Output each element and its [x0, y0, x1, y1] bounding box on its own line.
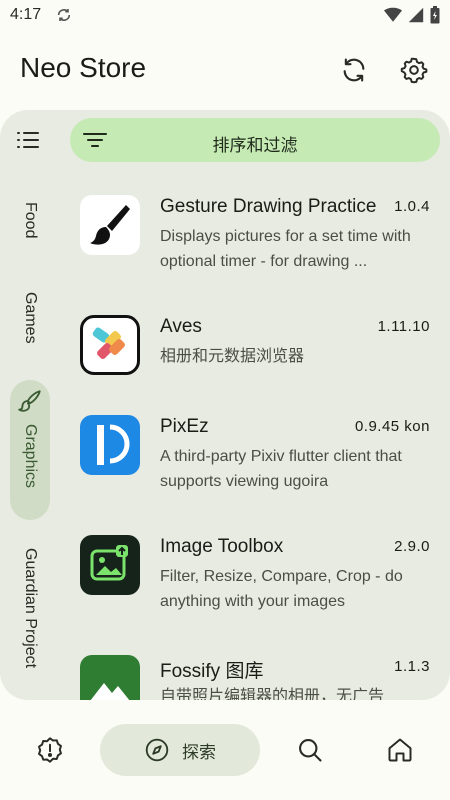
signal-icon [408, 7, 424, 23]
battery-icon [430, 6, 440, 24]
app-icon [80, 535, 140, 595]
bottom-navigation: 探索 [0, 710, 450, 800]
app-name: Gesture Drawing Practice [160, 196, 377, 217]
category-label: Graphics [22, 424, 39, 489]
app-name: Image Toolbox [160, 536, 284, 557]
app-name: PixEz [160, 416, 209, 437]
image-toolbox-logo-icon [90, 545, 128, 581]
alert-badge-icon [38, 737, 62, 763]
app-row-image-toolbox[interactable]: Image Toolbox 2.9.0 Filter, Resize, Comp… [70, 520, 440, 630]
app-description: 自带照片编辑器的相册，无广告 [160, 688, 385, 700]
status-bar: 4:17 [0, 0, 450, 32]
app-row-gesture-drawing[interactable]: Gesture Drawing Practice 1.0.4 Displays … [70, 180, 440, 290]
app-description: Filter, Resize, Compare, Crop - do anyth… [160, 568, 403, 610]
paintbrush-icon [90, 205, 130, 245]
category-label: Food [22, 202, 39, 239]
gear-icon [400, 57, 428, 84]
status-icons [384, 6, 440, 24]
status-time: 4:17 [10, 6, 42, 23]
nav-installed[interactable] [374, 724, 426, 776]
brush-icon [18, 390, 41, 412]
app-icon [80, 415, 140, 475]
search-icon [299, 739, 322, 762]
category-food[interactable]: Food [10, 202, 50, 238]
home-icon [388, 738, 412, 762]
wifi-icon [384, 7, 402, 22]
nav-explore-label: 探索 [182, 742, 216, 762]
category-games[interactable]: Games [10, 292, 50, 344]
app-version: 1.0.4 [394, 198, 430, 215]
sync-status-icon [57, 9, 71, 21]
category-menu-button[interactable] [10, 122, 46, 158]
app-version: 0.9.45 kon [354, 418, 430, 435]
app-row-pixez[interactable]: PixEz 0.9.45 kon A third-party Pixiv flu… [70, 400, 440, 510]
aves-logo-icon [92, 327, 125, 359]
app-version: 2.9.0 [394, 538, 430, 555]
sync-button[interactable] [336, 52, 372, 88]
app-version: 1.11.10 [377, 318, 430, 335]
settings-button[interactable] [396, 52, 432, 88]
nav-updates[interactable] [24, 724, 76, 776]
app-name: Aves [160, 316, 202, 337]
pixez-logo-icon [97, 424, 130, 465]
category-label: Guardian Project [22, 548, 39, 669]
main-panel: 排序和过滤 Food Games Graphics Guardian Proje… [0, 110, 450, 700]
app-description: Displays pictures for a set time with op… [160, 228, 411, 270]
sort-filter-label: 排序和过滤 [212, 136, 298, 155]
app-row-aves[interactable]: Aves 1.11.10 相册和元数据浏览器 [70, 300, 440, 410]
app-icon [80, 315, 140, 375]
mountain-icon [90, 683, 130, 700]
sync-icon [343, 58, 365, 82]
category-rail: Food Games Graphics Guardian Project [0, 170, 60, 700]
list-icon [17, 132, 39, 148]
category-graphics[interactable]: Graphics [10, 380, 50, 520]
app-list: Gesture Drawing Practice 1.0.4 Displays … [70, 170, 450, 700]
compass-icon [145, 738, 169, 762]
nav-explore[interactable]: 探索 [100, 724, 260, 776]
app-name: Fossify 图库 [160, 661, 264, 682]
category-label: Games [22, 292, 39, 344]
app-version: 1.1.3 [394, 658, 430, 675]
app-header: Neo Store [0, 40, 450, 100]
app-description: A third-party Pixiv flutter client that … [160, 448, 402, 490]
category-guardian-project[interactable]: Guardian Project [10, 548, 50, 668]
app-description: 相册和元数据浏览器 [160, 348, 305, 365]
sort-filter-button[interactable]: 排序和过滤 [70, 118, 440, 162]
app-row-fossify-gallery[interactable]: Fossify 图库 1.1.3 自带照片编辑器的相册，无广告 [70, 640, 440, 700]
app-icon [80, 655, 140, 700]
app-icon [80, 195, 140, 255]
nav-search[interactable] [284, 724, 336, 776]
app-title: Neo Store [20, 52, 147, 83]
